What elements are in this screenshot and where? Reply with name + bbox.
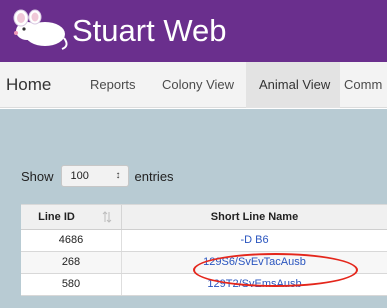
sort-icon[interactable]	[102, 205, 112, 229]
main-nav: Home Reports Colony View Animal View Com…	[0, 62, 387, 108]
table-row: 580 129T2/SvEmsAusb	[21, 274, 387, 296]
line-table: Line ID Short Line Name 4686 -D B6 268 1…	[21, 204, 387, 296]
entries-select[interactable]: 100 ↕	[60, 165, 129, 187]
column-header-line-id[interactable]: Line ID	[21, 205, 96, 229]
content-area: Show 100 ↕ entries Line ID Short Line Na…	[0, 109, 387, 308]
nav-animal-view[interactable]: Animal View	[246, 62, 340, 108]
entries-label: entries	[134, 168, 174, 184]
short-line-name-link[interactable]: 129T2/SvEmsAusb	[121, 274, 387, 295]
line-id-cell: 268	[61, 256, 81, 268]
short-line-name-link[interactable]: -D B6	[121, 230, 387, 251]
entries-control: Show 100 ↕ entries	[21, 165, 174, 187]
app-title[interactable]: Stuart Web	[72, 13, 227, 49]
mouse-logo-icon[interactable]	[10, 8, 70, 50]
table-row: 4686 -D B6	[21, 230, 387, 252]
nav-home[interactable]: Home	[6, 62, 51, 108]
short-line-name-link[interactable]: 129S6/SvEvTacAusb	[121, 252, 387, 273]
app-header: Stuart Web	[0, 0, 387, 62]
nav-comm[interactable]: Comm	[344, 62, 382, 108]
show-label: Show	[21, 168, 54, 184]
nav-colony-view[interactable]: Colony View	[162, 62, 234, 108]
entries-select-value: 100	[70, 170, 89, 182]
select-arrows-icon: ↕	[115, 170, 121, 181]
line-id-cell: 4686	[58, 234, 84, 246]
nav-reports[interactable]: Reports	[90, 62, 136, 108]
table-row: 268 129S6/SvEvTacAusb	[21, 252, 387, 274]
line-id-cell: 580	[61, 278, 81, 290]
column-header-short-line-name[interactable]: Short Line Name	[121, 205, 387, 229]
table-header: Line ID Short Line Name	[21, 204, 387, 230]
